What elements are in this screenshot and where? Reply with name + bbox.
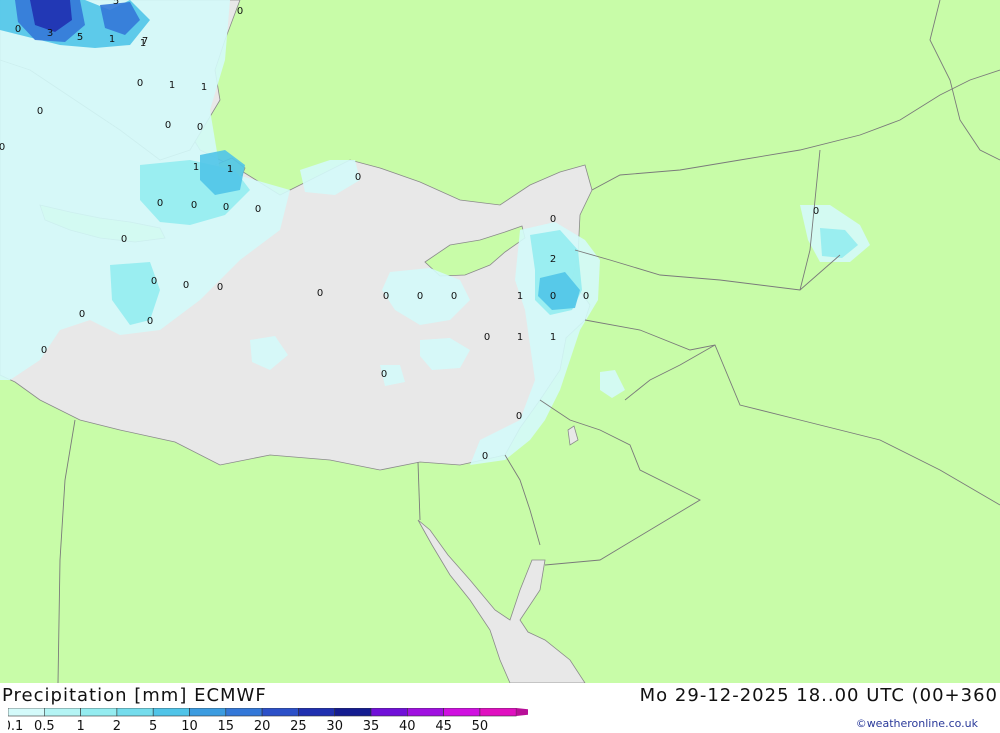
precip-value-label: 1 bbox=[517, 291, 523, 302]
legend-tick-label: 15 bbox=[218, 719, 235, 733]
precip-value-label: 3 bbox=[47, 28, 53, 39]
precip-value-label: 0 bbox=[137, 78, 143, 89]
legend-tick-label: 25 bbox=[290, 719, 307, 733]
precipitation-map: 0 3 5 1 5 1 7 0 0 1 1 0 0 0 0 1 1 0 0 0 0 0 0 0 2 0 0 0 0 0 0 0 1 0 0 0 0 0 0 1… bbox=[0, 0, 1000, 684]
legend-tick-label: 20 bbox=[254, 719, 271, 733]
precip-value-label: 0 bbox=[37, 106, 43, 117]
precip-value-label: 0 bbox=[484, 332, 490, 343]
precip-value-label: 0 bbox=[0, 142, 5, 153]
precip-value-label: 0 bbox=[121, 234, 127, 245]
precip-value-label: 0 bbox=[41, 345, 47, 356]
precip-value-label: 7 bbox=[142, 36, 148, 47]
precip-value-label: 0 bbox=[237, 6, 243, 17]
legend-swatch bbox=[370, 708, 408, 717]
legend-swatch bbox=[8, 708, 45, 717]
precip-value-label: 0 bbox=[417, 291, 423, 302]
legend-tick-label: 5 bbox=[149, 719, 157, 733]
legend-swatch bbox=[116, 708, 154, 717]
legend-swatch bbox=[261, 708, 299, 717]
legend-swatch bbox=[334, 708, 372, 717]
legend-tick-label: 2 bbox=[113, 719, 121, 733]
precip-value-label: 1 bbox=[193, 162, 199, 173]
precip-value-label: 0 bbox=[550, 291, 556, 302]
legend-swatch bbox=[443, 708, 481, 717]
precip-value-label: 1 bbox=[109, 34, 115, 45]
map-title: Precipitation [mm] ECMWF bbox=[2, 685, 267, 706]
precip-value-label: 0 bbox=[183, 280, 189, 291]
precip-value-label: 0 bbox=[157, 198, 163, 209]
precip-value-label: 1 bbox=[227, 164, 233, 175]
precip-value-label: 0 bbox=[381, 369, 387, 380]
precip-value-label: 0 bbox=[165, 120, 171, 131]
precip-value-label: 0 bbox=[482, 451, 488, 462]
precip-value-label: 5 bbox=[113, 0, 119, 7]
precip-value-label: 1 bbox=[517, 332, 523, 343]
precip-value-label: 0 bbox=[147, 316, 153, 327]
legend-swatch bbox=[152, 708, 190, 717]
legend-tick-label: 50 bbox=[472, 719, 489, 733]
precip-value-label: 0 bbox=[451, 291, 457, 302]
precip-value-label: 0 bbox=[79, 309, 85, 320]
precip-value-label: 0 bbox=[317, 288, 323, 299]
legend-tick-label: 0.1 bbox=[8, 719, 23, 733]
precip-value-label: 0 bbox=[151, 276, 157, 287]
legend-swatch bbox=[406, 708, 444, 717]
precip-value-label: 5 bbox=[77, 32, 83, 43]
legend-tick-label: 1 bbox=[76, 719, 84, 733]
legend-tick-label: 0.5 bbox=[34, 719, 55, 733]
footer-bar: Precipitation [mm] ECMWF Mo 29-12-2025 1… bbox=[0, 683, 1000, 733]
legend-tick-label: 35 bbox=[363, 719, 380, 733]
legend-tick-label: 45 bbox=[435, 719, 452, 733]
precip-value-label: 2 bbox=[550, 254, 556, 265]
legend-swatch bbox=[298, 708, 335, 717]
precip-value-label: 1 bbox=[201, 82, 207, 93]
legend-tick-label: 10 bbox=[181, 719, 198, 733]
precip-value-label: 0 bbox=[223, 202, 229, 213]
legend-swatch bbox=[43, 708, 81, 717]
precip-value-label: 0 bbox=[516, 411, 522, 422]
precip-value-label: 0 bbox=[197, 122, 203, 133]
precip-value-label: 0 bbox=[355, 172, 361, 183]
map-canvas: 0 3 5 1 5 1 7 0 0 1 1 0 0 0 0 1 1 0 0 0 0 0 0 0 2 0 0 0 0 0 0 0 1 0 0 0 0 0 0 1… bbox=[0, 0, 1000, 684]
precip-value-label: 0 bbox=[217, 282, 223, 293]
legend-overflow-arrow bbox=[516, 708, 528, 716]
legend-swatch bbox=[479, 708, 517, 717]
credit-link[interactable]: ©weatheronline.co.uk bbox=[856, 717, 978, 730]
legend-swatch bbox=[225, 708, 263, 717]
precip-value-label: 1 bbox=[169, 80, 175, 91]
legend-swatch bbox=[189, 708, 227, 717]
legend-swatch bbox=[80, 708, 118, 717]
legend-tick-label: 30 bbox=[326, 719, 343, 733]
precip-value-label: 0 bbox=[383, 291, 389, 302]
precip-value-label: 0 bbox=[15, 24, 21, 35]
precipitation-legend: 0.10.5125101520253035404550 bbox=[8, 708, 528, 733]
precip-value-label: 0 bbox=[550, 214, 556, 225]
legend-tick-label: 40 bbox=[399, 719, 416, 733]
precip-value-label: 0 bbox=[583, 291, 589, 302]
precip-value-label: 0 bbox=[191, 200, 197, 211]
precip-value-label: 1 bbox=[550, 332, 556, 343]
forecast-datetime: Mo 29-12-2025 18..00 UTC (00+360 bbox=[639, 685, 998, 706]
precip-value-label: 0 bbox=[813, 206, 819, 217]
precip-value-label: 0 bbox=[255, 204, 261, 215]
